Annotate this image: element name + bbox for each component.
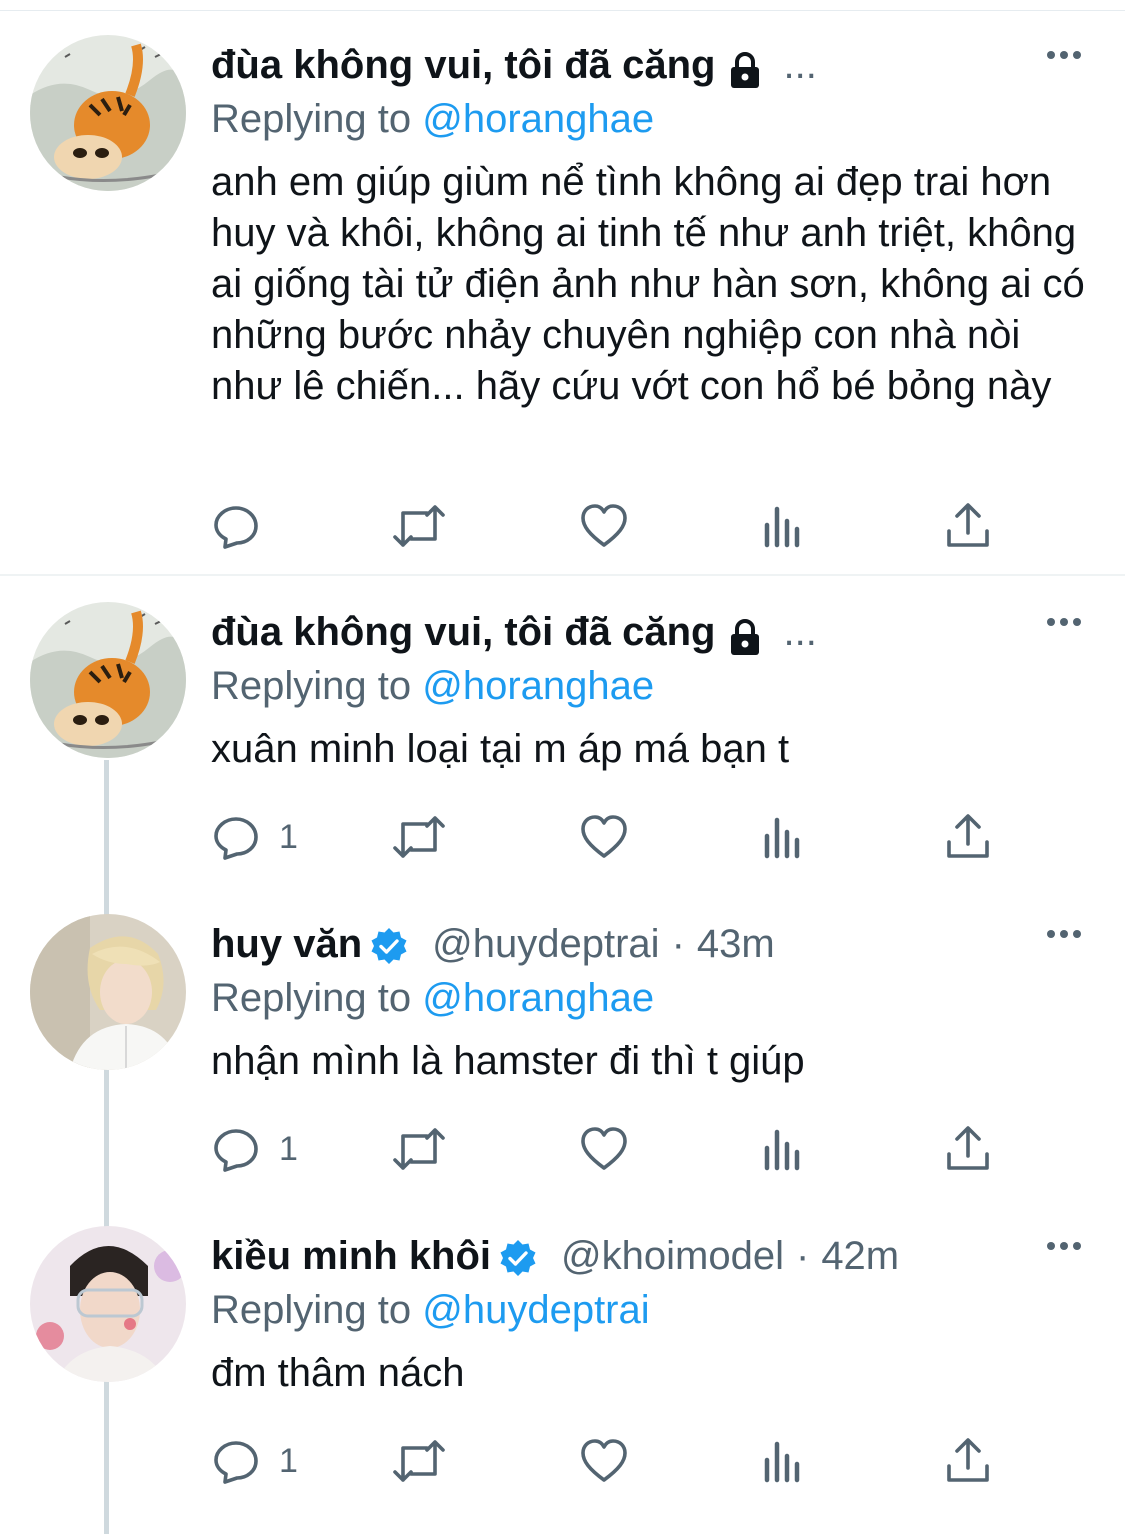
like-button[interactable] <box>579 812 629 862</box>
heart-icon <box>581 1439 627 1482</box>
share-icon <box>947 1438 989 1482</box>
tiger-avatar-image <box>30 602 186 758</box>
replying-mention[interactable]: @horanghae <box>422 976 654 1020</box>
replying-to: Replying to @horanghae <box>211 91 654 147</box>
analytics-icon <box>764 817 800 859</box>
tweet-header: đùa không vui, tôi đã căng ... <box>211 35 817 95</box>
analytics-icon <box>764 506 800 548</box>
analytics-button[interactable] <box>763 1436 803 1486</box>
author-name[interactable]: đùa không vui, tôi đã căng <box>211 602 715 662</box>
retweet-button[interactable] <box>391 1124 447 1174</box>
avatar[interactable] <box>30 602 186 758</box>
reply-count: 1 <box>279 817 298 856</box>
profile-photo-image <box>30 1226 186 1382</box>
author-name[interactable]: kiều minh khôi <box>211 1226 491 1286</box>
reply-count: 1 <box>279 1441 298 1480</box>
replying-label: Replying to <box>211 664 423 708</box>
heart-icon <box>581 815 627 858</box>
lock-icon <box>725 614 765 655</box>
retweet-icon <box>393 1440 445 1482</box>
tweet-divider <box>0 574 1125 576</box>
retweet-button[interactable] <box>391 501 447 551</box>
separator-dot: · <box>795 1234 810 1278</box>
avatar[interactable] <box>30 914 186 1070</box>
retweet-icon <box>393 1128 445 1170</box>
tweet-text: xuân minh loại tại m áp má bạn t <box>211 727 790 771</box>
author-name[interactable]: huy văn <box>211 914 362 974</box>
replying-mention[interactable]: @huydeptrai <box>422 1288 649 1332</box>
analytics-button[interactable] <box>763 812 803 862</box>
truncation-ellipsis: ... <box>783 610 817 654</box>
like-button[interactable] <box>579 1436 629 1486</box>
timestamp[interactable]: 43m <box>697 914 775 974</box>
verified-badge-icon <box>497 1237 539 1279</box>
heart-icon <box>581 1127 627 1170</box>
replying-label: Replying to <box>211 1288 423 1332</box>
top-divider <box>0 0 1125 11</box>
lock-icon <box>725 47 765 88</box>
profile-photo-image <box>30 914 186 1070</box>
heart-icon <box>581 504 627 547</box>
reply-button[interactable]: 1 <box>211 1124 298 1174</box>
avatar[interactable] <box>30 35 186 191</box>
tweet-actions <box>211 501 1011 551</box>
replying-to: Replying to @horanghae <box>211 970 654 1026</box>
analytics-icon <box>764 1441 800 1483</box>
more-options-icon[interactable] <box>1047 51 1081 59</box>
replying-label: Replying to <box>211 976 423 1020</box>
tweet-actions: 1 <box>211 1436 1011 1486</box>
tweet-header: kiều minh khôi @khoimodel · 42m <box>211 1226 899 1286</box>
thread-line <box>104 760 109 1534</box>
more-options-icon[interactable] <box>1047 618 1081 626</box>
verified-badge-icon <box>368 925 410 967</box>
tweet-header: huy văn @huydeptrai · 43m <box>211 914 775 974</box>
share-icon <box>947 1126 989 1170</box>
replying-to: Replying to @huydeptrai <box>211 1282 650 1338</box>
tweet-text: nhận mình là hamster đi thì t giúp <box>211 1039 805 1083</box>
like-button[interactable] <box>579 501 629 551</box>
more-options-icon[interactable] <box>1047 930 1081 938</box>
author-handle[interactable]: @khoimodel <box>561 1226 784 1286</box>
tweet-text: anh em giúp giùm nể tình không ai đẹp tr… <box>211 160 1085 408</box>
share-icon <box>947 503 989 547</box>
tiger-avatar-image <box>30 35 186 191</box>
share-button[interactable] <box>945 1124 991 1174</box>
separator-dot: · <box>671 922 685 966</box>
retweet-icon <box>393 505 445 547</box>
tweet-actions: 1 <box>211 1124 1011 1174</box>
share-button[interactable] <box>945 1436 991 1486</box>
analytics-button[interactable] <box>763 501 803 551</box>
replying-mention[interactable]: @horanghae <box>422 664 654 708</box>
analytics-icon <box>764 1129 800 1171</box>
author-name[interactable]: đùa không vui, tôi đã căng <box>211 35 715 95</box>
share-button[interactable] <box>945 501 991 551</box>
timestamp[interactable]: 42m <box>821 1226 899 1286</box>
tweet-text: đm thâm nách <box>211 1351 465 1395</box>
retweet-button[interactable] <box>391 812 447 862</box>
reply-button[interactable]: 1 <box>211 812 298 862</box>
tweet-actions: 1 <box>211 812 1011 862</box>
reply-button[interactable]: 1 <box>211 1436 298 1486</box>
share-icon <box>947 814 989 858</box>
tweet-header: đùa không vui, tôi đã căng ... <box>211 602 817 662</box>
retweet-button[interactable] <box>391 1436 447 1486</box>
avatar[interactable] <box>30 1226 186 1382</box>
replying-to: Replying to @horanghae <box>211 658 654 714</box>
reply-icon <box>214 506 258 549</box>
reply-icon <box>214 817 258 860</box>
reply-button[interactable] <box>211 501 279 551</box>
author-handle[interactable]: @huydeptrai <box>432 914 659 974</box>
reply-icon <box>214 1129 258 1172</box>
replying-label: Replying to <box>211 97 423 141</box>
share-button[interactable] <box>945 812 991 862</box>
replying-mention[interactable]: @horanghae <box>422 97 654 141</box>
analytics-button[interactable] <box>763 1124 803 1174</box>
reply-count: 1 <box>279 1129 298 1168</box>
more-options-icon[interactable] <box>1047 1242 1081 1250</box>
retweet-icon <box>393 816 445 858</box>
reply-icon <box>214 1441 258 1484</box>
truncation-ellipsis: ... <box>783 43 817 87</box>
like-button[interactable] <box>579 1124 629 1174</box>
